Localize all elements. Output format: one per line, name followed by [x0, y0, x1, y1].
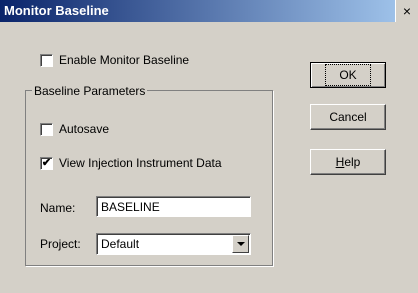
- title-bar[interactable]: Monitor Baseline ×: [0, 0, 418, 22]
- monitor-baseline-dialog: Monitor Baseline × Enable Monitor Baseli…: [0, 0, 418, 293]
- project-dropdown-button[interactable]: [232, 235, 249, 253]
- view-injection-box[interactable]: ✔: [40, 156, 53, 170]
- cancel-button[interactable]: Cancel: [310, 104, 386, 130]
- view-injection-checkbox[interactable]: ✔ View Injection Instrument Data: [40, 156, 222, 170]
- enable-monitor-baseline-checkbox[interactable]: Enable Monitor Baseline: [40, 53, 189, 67]
- enable-monitor-baseline-box[interactable]: [40, 53, 53, 67]
- view-injection-label: View Injection Instrument Data: [59, 156, 222, 170]
- help-label: Help: [326, 155, 371, 169]
- name-input[interactable]: BASELINE: [96, 196, 251, 217]
- checkmark-icon: ✔: [41, 156, 52, 169]
- ok-label: OK: [325, 64, 371, 86]
- enable-monitor-baseline-label: Enable Monitor Baseline: [59, 53, 190, 67]
- autosave-box[interactable]: [40, 122, 53, 136]
- name-label: Name:: [40, 201, 76, 215]
- window-title: Monitor Baseline: [4, 3, 109, 18]
- baseline-parameters-label: Baseline Parameters: [32, 84, 148, 98]
- autosave-checkbox[interactable]: Autosave: [40, 122, 109, 136]
- cancel-label: Cancel: [329, 110, 367, 124]
- close-button[interactable]: ×: [395, 0, 418, 22]
- name-value: BASELINE: [101, 199, 160, 214]
- project-label: Project:: [40, 237, 81, 251]
- help-label-rest: elp: [344, 155, 361, 169]
- help-button[interactable]: Help: [310, 149, 386, 175]
- project-value: Default: [101, 237, 140, 251]
- close-icon: ×: [402, 3, 412, 19]
- project-select[interactable]: Default: [96, 233, 251, 255]
- ok-button[interactable]: OK: [310, 62, 386, 88]
- chevron-down-icon: [236, 242, 245, 246]
- autosave-label: Autosave: [59, 122, 110, 136]
